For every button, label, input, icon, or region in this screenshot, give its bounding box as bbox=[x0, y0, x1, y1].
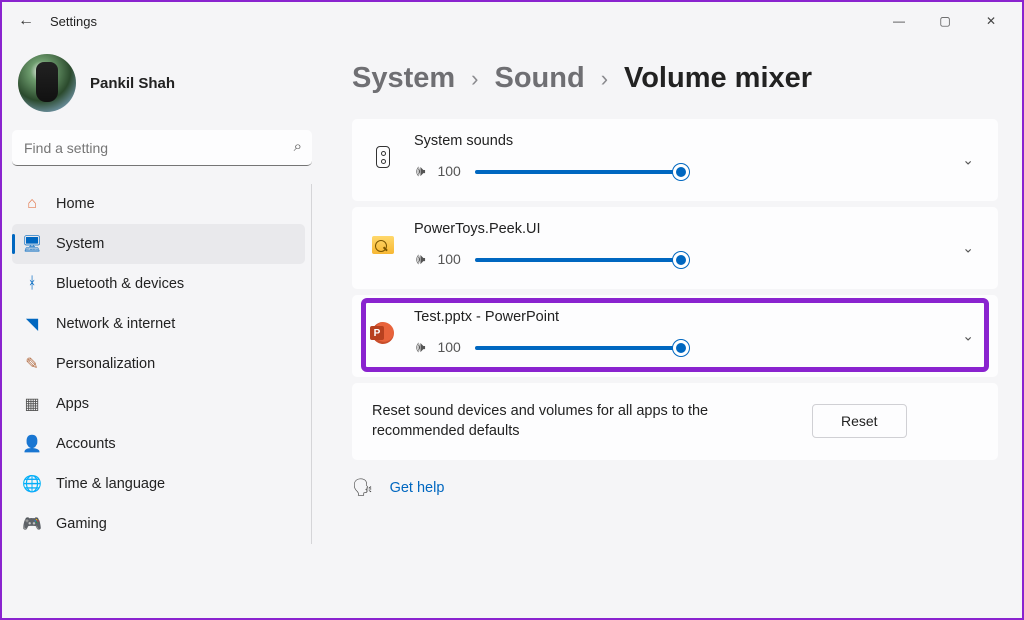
sidebar-item-home[interactable]: ⌂ Home bbox=[12, 184, 305, 224]
speaker-icon[interactable]: 🕪 bbox=[416, 251, 425, 268]
volume-slider[interactable] bbox=[475, 249, 685, 269]
sidebar-item-label: Network & internet bbox=[56, 316, 175, 332]
volume-slider[interactable] bbox=[475, 337, 685, 357]
app-name-label: Test.pptx - PowerPoint bbox=[414, 309, 978, 325]
sidebar-item-label: Personalization bbox=[56, 356, 155, 372]
main-area: System › Sound › Volume mixer System sou… bbox=[322, 40, 1022, 618]
sidebar-item-label: Bluetooth & devices bbox=[56, 276, 184, 292]
breadcrumb-system[interactable]: System bbox=[352, 62, 455, 95]
brush-icon: ✎ bbox=[22, 354, 42, 374]
search-icon: ⌕ bbox=[294, 138, 302, 155]
speaker-icon[interactable]: 🕪 bbox=[416, 339, 425, 356]
app-volume-card-powerpoint[interactable]: Test.pptx - PowerPoint 🕪 100 ⌄ bbox=[352, 295, 998, 377]
help-row: 🗣 Get help bbox=[352, 478, 998, 498]
speaker-device-icon bbox=[372, 143, 394, 171]
breadcrumb: System › Sound › Volume mixer bbox=[352, 62, 998, 95]
volume-value: 100 bbox=[437, 339, 463, 355]
sidebar-item-time-language[interactable]: 🌐 Time & language bbox=[12, 464, 305, 504]
volume-slider[interactable] bbox=[475, 161, 685, 181]
sidebar: Pankil Shah ⌕ ⌂ Home 🖥 System ᚼ Bluetooth &… bbox=[2, 40, 322, 618]
volume-value: 100 bbox=[437, 251, 463, 267]
chevron-down-icon[interactable]: ⌄ bbox=[962, 240, 974, 257]
maximize-button[interactable]: ▢ bbox=[922, 5, 968, 37]
app-volume-card-system-sounds[interactable]: System sounds 🕪 100 ⌄ bbox=[352, 119, 998, 201]
gamepad-icon: 🎮 bbox=[22, 514, 42, 534]
sidebar-item-label: Time & language bbox=[56, 476, 165, 492]
chevron-right-icon: › bbox=[601, 66, 608, 92]
minimize-button[interactable]: — bbox=[876, 5, 922, 37]
sidebar-item-bluetooth[interactable]: ᚼ Bluetooth & devices bbox=[12, 264, 305, 304]
sidebar-item-label: System bbox=[56, 236, 104, 252]
chevron-right-icon: › bbox=[471, 66, 478, 92]
person-icon: 👤 bbox=[22, 434, 42, 454]
wifi-icon: ◥ bbox=[22, 314, 42, 334]
sidebar-item-apps[interactable]: ▦ Apps bbox=[12, 384, 305, 424]
back-button[interactable]: ← bbox=[10, 5, 42, 37]
sidebar-item-label: Apps bbox=[56, 396, 89, 412]
sidebar-item-label: Accounts bbox=[56, 436, 116, 452]
window-title: Settings bbox=[50, 14, 97, 29]
app-name-label: System sounds bbox=[414, 133, 978, 149]
reset-description: Reset sound devices and volumes for all … bbox=[372, 401, 792, 442]
help-icon: 🗣 bbox=[352, 478, 374, 498]
avatar bbox=[18, 54, 76, 112]
chevron-down-icon[interactable]: ⌄ bbox=[962, 328, 974, 345]
sidebar-item-network[interactable]: ◥ Network & internet bbox=[12, 304, 305, 344]
speaker-icon[interactable]: 🕪 bbox=[416, 163, 425, 180]
apps-icon: ▦ bbox=[22, 394, 42, 414]
sidebar-item-label: Gaming bbox=[56, 516, 107, 532]
reset-button[interactable]: Reset bbox=[812, 404, 907, 438]
page-title: Volume mixer bbox=[624, 62, 812, 95]
chevron-down-icon[interactable]: ⌄ bbox=[962, 152, 974, 169]
home-icon: ⌂ bbox=[22, 194, 42, 214]
app-name-label: PowerToys.Peek.UI bbox=[414, 221, 978, 237]
sidebar-item-system[interactable]: 🖥 System bbox=[12, 224, 305, 264]
title-bar: ← Settings — ▢ ✕ bbox=[2, 2, 1022, 40]
user-name: Pankil Shah bbox=[90, 75, 175, 92]
search-box[interactable]: ⌕ bbox=[12, 130, 312, 166]
bluetooth-icon: ᚼ bbox=[22, 274, 42, 294]
powerpoint-icon bbox=[372, 319, 394, 347]
globe-icon: 🌐 bbox=[22, 474, 42, 494]
app-volume-card-powertoys[interactable]: PowerToys.Peek.UI 🕪 100 ⌄ bbox=[352, 207, 998, 289]
folder-search-icon bbox=[372, 231, 394, 259]
reset-card: Reset sound devices and volumes for all … bbox=[352, 383, 998, 460]
system-icon: 🖥 bbox=[22, 234, 42, 254]
user-identity[interactable]: Pankil Shah bbox=[12, 50, 312, 130]
sidebar-item-label: Home bbox=[56, 196, 95, 212]
search-input[interactable] bbox=[12, 130, 312, 166]
sidebar-item-personalization[interactable]: ✎ Personalization bbox=[12, 344, 305, 384]
sidebar-item-gaming[interactable]: 🎮 Gaming bbox=[12, 504, 305, 544]
volume-value: 100 bbox=[437, 163, 463, 179]
nav-list: ⌂ Home 🖥 System ᚼ Bluetooth & devices ◥ Netw… bbox=[12, 184, 312, 544]
get-help-link[interactable]: Get help bbox=[390, 480, 445, 496]
breadcrumb-sound[interactable]: Sound bbox=[495, 62, 585, 95]
close-button[interactable]: ✕ bbox=[968, 5, 1014, 37]
sidebar-item-accounts[interactable]: 👤 Accounts bbox=[12, 424, 305, 464]
